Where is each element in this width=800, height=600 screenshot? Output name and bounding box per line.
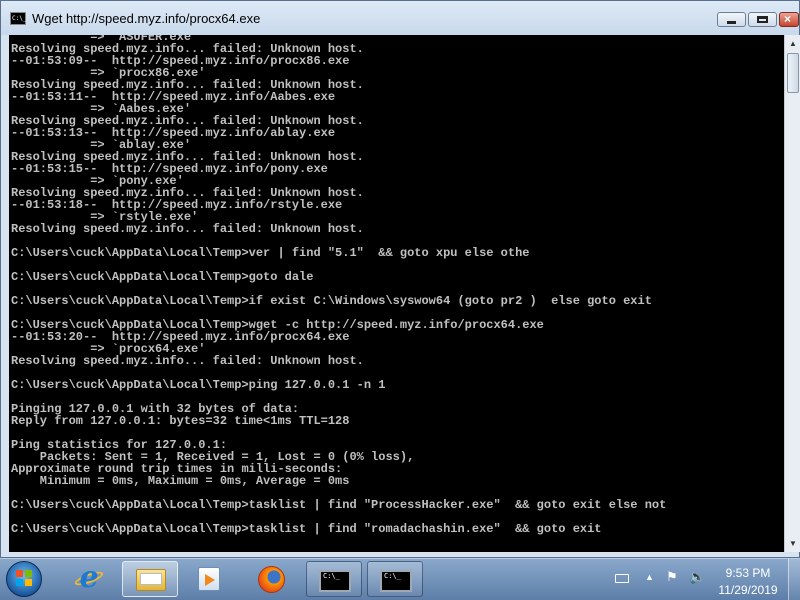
taskbar-item-command-prompt-1[interactable]: C:\_ <box>306 561 362 597</box>
console-output[interactable]: => `ASUFER.exe' Resolving speed.myz.info.… <box>9 35 784 552</box>
vertical-scrollbar[interactable]: ▲ ▼ <box>784 35 800 552</box>
title-bar[interactable]: C:\_ Wget http://speed.myz.info/procx64.… <box>1 1 799 35</box>
taskbar-item-firefox[interactable] <box>244 561 300 597</box>
window-title: Wget http://speed.myz.info/procx64.exe <box>32 11 261 26</box>
console-line: Resolving speed.myz.info... failed: Unkn… <box>11 222 364 236</box>
cmd-window-icon[interactable]: C:\_ <box>10 12 26 25</box>
show-desktop-button[interactable] <box>788 559 800 600</box>
close-icon: × <box>784 12 792 26</box>
windows-explorer-icon <box>136 569 166 591</box>
media-player-icon <box>198 567 220 591</box>
taskbar-item-windows-explorer[interactable] <box>122 561 178 597</box>
show-hidden-icons-icon[interactable]: ▲ <box>645 572 654 582</box>
scrollbar-thumb[interactable] <box>787 53 799 93</box>
maximize-button[interactable] <box>748 12 777 27</box>
clock-time[interactable]: 9:53 PM <box>711 566 785 580</box>
internet-explorer-icon: e <box>79 560 99 595</box>
firefox-icon <box>258 566 285 593</box>
console-line: C:\Users\cuck\AppData\Local\Temp>ver | f… <box>11 246 530 260</box>
action-center-flag-icon[interactable]: ⚑ <box>666 569 680 585</box>
command-prompt-icon: C:\_ <box>319 570 351 592</box>
volume-speaker-icon[interactable]: 🔈 <box>689 569 705 585</box>
clock-date[interactable]: 11/29/2019 <box>711 583 785 597</box>
windows-logo-icon <box>16 570 32 586</box>
console-line: Reply from 127.0.0.1: bytes=32 time<1ms … <box>11 414 350 428</box>
console-line: Resolving speed.myz.info... failed: Unkn… <box>11 354 364 368</box>
taskbar-item-command-prompt-2[interactable]: C:\_ <box>367 561 423 597</box>
console-line: C:\Users\cuck\AppData\Local\Temp>tasklis… <box>11 522 602 536</box>
console-line: C:\Users\cuck\AppData\Local\Temp>goto da… <box>11 270 314 284</box>
taskbar: e C:\_ C:\_ ▲ ⚑ 🔈 9:53 PM 11/29/2019 <box>0 558 800 600</box>
command-prompt-icon: C:\_ <box>380 570 412 592</box>
minimize-icon <box>727 21 736 24</box>
console-window: C:\_ Wget http://speed.myz.info/procx64.… <box>0 0 800 558</box>
minimize-button[interactable] <box>717 12 746 27</box>
console-line: C:\Users\cuck\AppData\Local\Temp>ping 12… <box>11 378 386 392</box>
scroll-down-arrow-icon[interactable]: ▼ <box>785 535 800 552</box>
console-lines: => `ASUFER.exe' Resolving speed.myz.info.… <box>11 35 784 535</box>
console-line: Minimum = 0ms, Maximum = 0ms, Average = … <box>11 474 350 488</box>
close-button[interactable]: × <box>779 12 799 27</box>
start-button[interactable] <box>6 561 42 597</box>
scroll-up-arrow-icon[interactable]: ▲ <box>785 35 800 52</box>
taskbar-item-media-player[interactable] <box>182 561 238 597</box>
maximize-icon <box>757 16 768 23</box>
taskbar-item-internet-explorer[interactable]: e <box>61 561 117 597</box>
keyboard-icon[interactable] <box>615 574 629 583</box>
console-line: C:\Users\cuck\AppData\Local\Temp>tasklis… <box>11 498 667 512</box>
console-line: C:\Users\cuck\AppData\Local\Temp>if exis… <box>11 294 652 308</box>
